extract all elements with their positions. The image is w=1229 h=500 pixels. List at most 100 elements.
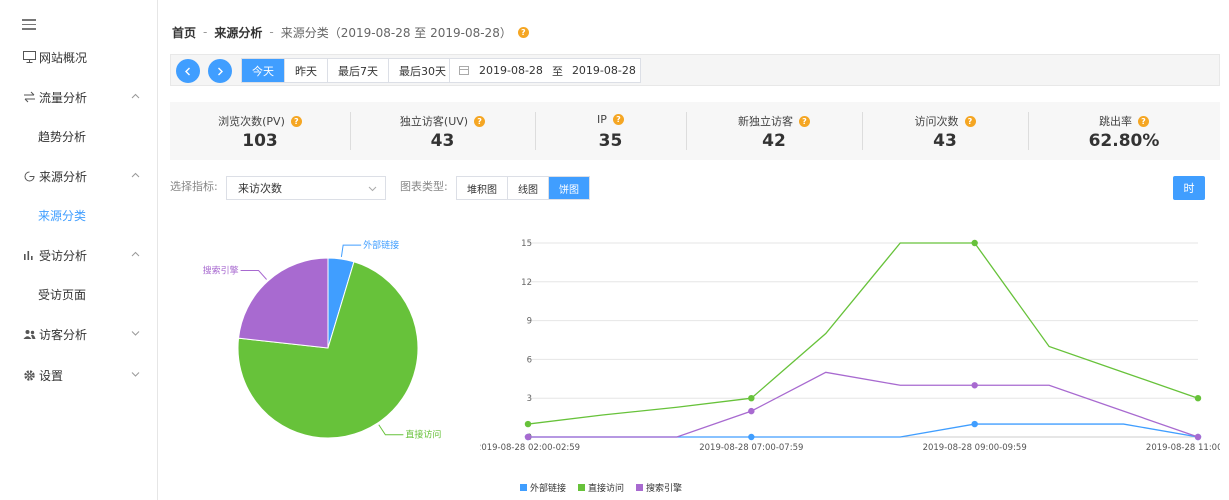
- sidebar-subitem-visited-pages[interactable]: 受访页面: [0, 276, 158, 312]
- stat-value: 62.80%: [1088, 131, 1160, 151]
- stat-value: 42: [762, 131, 786, 151]
- x-tick-label: 2019-08-28 09:00-09:59: [923, 443, 1027, 453]
- next-date-button[interactable]: [208, 59, 232, 83]
- help-icon[interactable]: ?: [474, 115, 486, 127]
- breadcrumb-separator: -: [203, 25, 208, 39]
- series-line: [528, 423, 1199, 438]
- breadcrumb-section[interactable]: 来源分析: [214, 24, 262, 41]
- data-point[interactable]: [524, 420, 532, 428]
- sidebar-subitem-source-category[interactable]: 来源分类: [0, 197, 158, 233]
- legend-item[interactable]: 直接访问: [588, 482, 624, 494]
- help-icon[interactable]: ?: [799, 115, 810, 127]
- stats-panel: 浏览次数(PV)? 103 独立访客(UV)? 43 IP? 35 新独立访客?…: [170, 102, 1220, 160]
- stat-value: 103: [242, 131, 278, 151]
- x-tick-label: 2019-08-28 02:00-02:59: [480, 443, 580, 453]
- y-tick-label: 15: [521, 239, 532, 249]
- sidebar-item-settings[interactable]: 设置: [0, 357, 158, 393]
- range-yesterday-button[interactable]: 昨天: [284, 59, 327, 82]
- legend-swatch: [578, 484, 585, 491]
- legend-item[interactable]: 搜索引擎: [646, 482, 682, 494]
- swap-arrows-icon: [22, 90, 36, 104]
- range-last30-button[interactable]: 最后30天: [388, 59, 456, 82]
- stat-label: IP: [597, 113, 607, 126]
- stat-ip: IP? 35: [535, 102, 686, 160]
- chart-type-stacked-button[interactable]: 堆积图: [457, 177, 507, 199]
- date-range-picker[interactable]: 2019-08-28 至 2019-08-28: [449, 58, 641, 83]
- help-icon[interactable]: ?: [1138, 115, 1149, 127]
- sidebar-item-traffic[interactable]: 流量分析: [0, 79, 158, 115]
- legend-item[interactable]: 外部链接: [530, 482, 566, 494]
- metric-select[interactable]: 来访次数: [226, 176, 386, 200]
- help-icon[interactable]: ?: [964, 115, 976, 127]
- data-point[interactable]: [971, 420, 978, 428]
- stat-visits: 访问次数? 43: [862, 102, 1028, 160]
- chart-type-selector: 堆积图 线图 饼图: [456, 176, 590, 200]
- chart-type-label: 图表类型:: [400, 180, 448, 193]
- chart-type-pie-button[interactable]: 饼图: [548, 177, 589, 199]
- calendar-icon: [459, 66, 469, 75]
- y-tick-label: 3: [527, 394, 532, 404]
- menu-toggle-icon[interactable]: [22, 18, 36, 30]
- stat-label: 访问次数: [914, 115, 959, 128]
- stat-uv: 独立访客(UV)? 43: [350, 102, 535, 160]
- legend-swatch: [520, 484, 527, 491]
- help-icon[interactable]: ?: [290, 115, 302, 127]
- chevron-down-icon: [131, 329, 140, 339]
- pie-slice-label: 搜索引擎: [203, 265, 239, 277]
- data-point[interactable]: [524, 433, 532, 441]
- date-end: 2019-08-28: [571, 64, 636, 77]
- stat-label: 新独立访客: [738, 115, 793, 128]
- chevron-up-icon: [131, 250, 140, 260]
- x-tick-label: 2019-08-28 11:00-11:59: [1146, 443, 1220, 453]
- pie-label-line: [240, 270, 267, 280]
- data-point[interactable]: [748, 395, 755, 402]
- sidebar-item-label: 流量分析: [39, 90, 88, 105]
- sidebar-item-visited[interactable]: 受访分析: [0, 237, 158, 273]
- series-line: [528, 371, 1199, 438]
- sidebar-item-label: 趋势分析: [38, 129, 87, 144]
- sidebar-subitem-trend[interactable]: 趋势分析: [0, 118, 158, 154]
- pie-chart: 外部链接直接访问 搜索引擎: [203, 239, 442, 441]
- sidebar-item-label: 来源分类: [38, 208, 87, 223]
- prev-date-button[interactable]: [176, 59, 200, 83]
- sidebar-item-source[interactable]: 来源分析: [0, 158, 158, 194]
- stat-pv: 浏览次数(PV)? 103: [170, 102, 350, 160]
- sidebar-item-label: 受访页面: [38, 287, 87, 302]
- data-point[interactable]: [748, 433, 755, 441]
- y-tick-label: 6: [527, 355, 532, 365]
- sidebar-item-label: 访客分析: [39, 327, 88, 342]
- range-last7-button[interactable]: 最后7天: [327, 59, 388, 82]
- series-line: [527, 242, 1199, 425]
- breadcrumb-separator: -: [269, 25, 274, 39]
- x-tick-label: 2019-08-28 07:00-07:59: [699, 443, 803, 453]
- metric-select-value: 来访次数: [238, 182, 282, 195]
- sidebar-item-label: 设置: [39, 368, 64, 383]
- gear-icon: [22, 368, 36, 382]
- stat-value: 43: [933, 131, 957, 151]
- breadcrumb-home[interactable]: 首页: [172, 24, 196, 41]
- y-tick-label: 9: [527, 317, 532, 327]
- data-point[interactable]: [1194, 433, 1202, 441]
- date-range-separator: 至: [551, 64, 563, 78]
- data-point[interactable]: [1194, 395, 1202, 402]
- metric-label: 选择指标:: [170, 180, 218, 193]
- date-start: 2019-08-28: [479, 64, 543, 77]
- data-point[interactable]: [748, 407, 755, 415]
- monitor-icon: [22, 50, 36, 64]
- stat-label: 独立访客(UV): [399, 115, 469, 128]
- pie-slice-label: 外部链接: [363, 239, 399, 251]
- pie-slice[interactable]: [237, 257, 329, 349]
- hour-granularity-button[interactable]: 时: [1173, 176, 1205, 200]
- sidebar: 网站概况 流量分析 趋势分析 来源分析 来源分类 受访分析 受访页面 访客分析 …: [0, 0, 158, 500]
- stat-value: 35: [598, 131, 623, 151]
- help-icon[interactable]: ?: [517, 26, 529, 38]
- range-today-button[interactable]: 今天: [242, 59, 284, 82]
- help-icon[interactable]: ?: [612, 114, 624, 125]
- chart-type-line-button[interactable]: 线图: [507, 177, 548, 199]
- data-point[interactable]: [971, 239, 978, 247]
- sidebar-item-label: 网站概况: [39, 50, 88, 65]
- data-point[interactable]: [971, 382, 978, 389]
- sidebar-item-overview[interactable]: 网站概况: [0, 39, 158, 75]
- pie-label-line: [340, 244, 362, 258]
- sidebar-item-visitors[interactable]: 访客分析: [0, 316, 158, 352]
